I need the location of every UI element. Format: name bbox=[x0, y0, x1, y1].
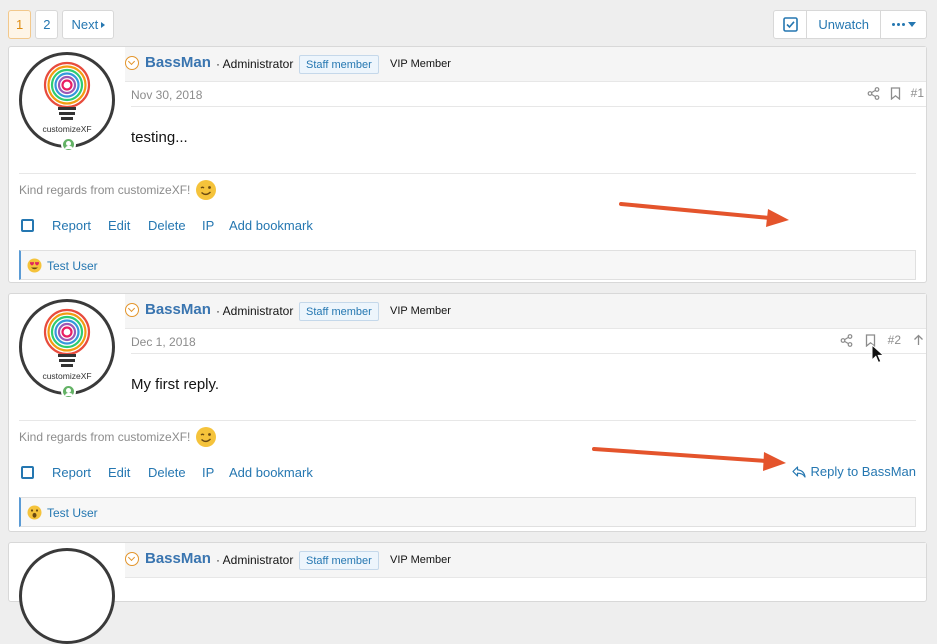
mouse-cursor-icon bbox=[871, 344, 885, 364]
post-meta-actions: #1 bbox=[867, 86, 924, 100]
avatar[interactable] bbox=[19, 548, 115, 644]
reaction-user-link[interactable]: Test User bbox=[47, 506, 98, 520]
avatar-text: customizeXF bbox=[42, 124, 92, 134]
post-number-link[interactable]: #1 bbox=[911, 86, 924, 100]
post-user-cell: customizeXF bbox=[9, 294, 125, 531]
thread-actions: Unwatch bbox=[773, 10, 927, 39]
username-link[interactable]: BassMan bbox=[145, 301, 211, 318]
add-bookmark-link[interactable]: Add bookmark bbox=[229, 218, 313, 233]
post-meta: Dec 1, 2018 #2 bbox=[131, 329, 926, 354]
reply-to-user-button[interactable]: Reply to BassMan bbox=[791, 464, 917, 479]
chevron-down-icon bbox=[907, 22, 916, 27]
signature: Kind regards from customizeXF! bbox=[19, 420, 916, 452]
share-icon[interactable] bbox=[867, 86, 880, 100]
post-controls: Report Edit Delete IP Add bookmark Reply… bbox=[19, 463, 916, 483]
username-link[interactable]: BassMan bbox=[145, 54, 211, 71]
page-1-button[interactable]: 1 bbox=[8, 10, 32, 39]
staff-banner: Staff member bbox=[299, 551, 379, 570]
post-date[interactable]: Nov 30, 2018 bbox=[131, 88, 202, 102]
select-post-checkbox[interactable] bbox=[21, 466, 34, 479]
user-title: · Administrator bbox=[216, 57, 294, 71]
chevron-right-icon bbox=[101, 22, 106, 28]
post-3: BassMan · Administrator Staff member VIP… bbox=[8, 542, 927, 644]
thread-top-bar: 1 2 Next Unwatch bbox=[8, 10, 927, 39]
online-status-icon bbox=[61, 384, 76, 399]
more-dots-icon bbox=[891, 23, 905, 26]
signature: Kind regards from customizeXF! bbox=[19, 173, 916, 205]
user-title: · Administrator bbox=[216, 553, 294, 567]
vip-banner: VIP Member bbox=[390, 58, 451, 70]
post-2: customizeXF BassMan · Administrator Staf… bbox=[8, 293, 927, 532]
checkbox-checked-icon bbox=[783, 17, 798, 32]
edit-link[interactable]: Edit bbox=[108, 218, 130, 233]
report-link[interactable]: Report bbox=[52, 465, 91, 480]
username-link[interactable]: BassMan bbox=[145, 550, 211, 567]
wink-emoji-icon bbox=[196, 180, 217, 200]
online-status-icon bbox=[61, 137, 76, 152]
collapse-user-icon[interactable] bbox=[125, 552, 139, 566]
user-title: · Administrator bbox=[216, 304, 294, 318]
post-meta: Nov 30, 2018 #1 bbox=[131, 82, 926, 107]
avatar-text: customizeXF bbox=[42, 371, 92, 381]
heart-eyes-emoji-icon bbox=[27, 258, 42, 273]
wink-emoji-icon bbox=[196, 427, 217, 447]
collapse-user-icon[interactable] bbox=[125, 303, 139, 317]
avatar[interactable]: customizeXF bbox=[19, 299, 115, 399]
collapse-user-icon[interactable] bbox=[125, 56, 139, 70]
share-icon[interactable] bbox=[840, 333, 853, 347]
post-date[interactable]: Dec 1, 2018 bbox=[131, 335, 196, 349]
reactions-bar: Test User bbox=[19, 250, 916, 280]
post-number-link[interactable]: #2 bbox=[888, 333, 901, 347]
unwatch-button[interactable]: Unwatch bbox=[807, 11, 881, 38]
staff-banner: Staff member bbox=[299, 302, 379, 321]
post-body: My first reply. bbox=[131, 376, 220, 393]
edit-link[interactable]: Edit bbox=[108, 465, 130, 480]
report-link[interactable]: Report bbox=[52, 218, 91, 233]
select-post-checkbox[interactable] bbox=[21, 219, 34, 232]
delete-link[interactable]: Delete bbox=[148, 465, 186, 480]
reply-icon bbox=[791, 465, 806, 478]
delete-link[interactable]: Delete bbox=[148, 218, 186, 233]
bookmark-icon[interactable] bbox=[890, 86, 901, 100]
vip-banner: VIP Member bbox=[390, 305, 451, 317]
reaction-user-link[interactable]: Test User bbox=[47, 259, 98, 273]
surprised-emoji-icon bbox=[27, 505, 42, 520]
add-bookmark-link[interactable]: Add bookmark bbox=[229, 465, 313, 480]
reactions-bar: Test User bbox=[19, 497, 916, 527]
next-label: Next bbox=[71, 17, 99, 32]
select-thread-button[interactable] bbox=[774, 11, 808, 38]
ip-link[interactable]: IP bbox=[202, 465, 214, 480]
post-body: testing... bbox=[131, 129, 188, 146]
post-controls: Report Edit Delete IP Add bookmark bbox=[19, 216, 916, 236]
next-page-button[interactable]: Next bbox=[62, 10, 115, 39]
post-user-header: BassMan · Administrator Staff member VIP… bbox=[125, 543, 926, 578]
post-user-header: BassMan · Administrator Staff member VIP… bbox=[125, 47, 926, 82]
lightbulb-logo-icon bbox=[43, 61, 91, 120]
pagination: 1 2 Next bbox=[8, 10, 115, 39]
post-user-cell: customizeXF bbox=[9, 47, 125, 282]
arrow-up-icon[interactable] bbox=[913, 334, 924, 346]
post-1: customizeXF BassMan · Administrator Staf… bbox=[8, 46, 927, 283]
page-2-button[interactable]: 2 bbox=[35, 10, 59, 39]
staff-banner: Staff member bbox=[299, 55, 379, 74]
reply-label: Reply to BassMan bbox=[810, 464, 917, 479]
avatar[interactable]: customizeXF bbox=[19, 52, 115, 152]
post-user-cell bbox=[9, 543, 125, 644]
post-user-header: BassMan · Administrator Staff member VIP… bbox=[125, 294, 926, 329]
lightbulb-logo-icon bbox=[43, 308, 91, 367]
more-options-button[interactable] bbox=[881, 11, 926, 38]
ip-link[interactable]: IP bbox=[202, 218, 214, 233]
vip-banner: VIP Member bbox=[390, 554, 451, 566]
signature-text: Kind regards from customizeXF! bbox=[19, 430, 191, 444]
signature-text: Kind regards from customizeXF! bbox=[19, 183, 191, 197]
